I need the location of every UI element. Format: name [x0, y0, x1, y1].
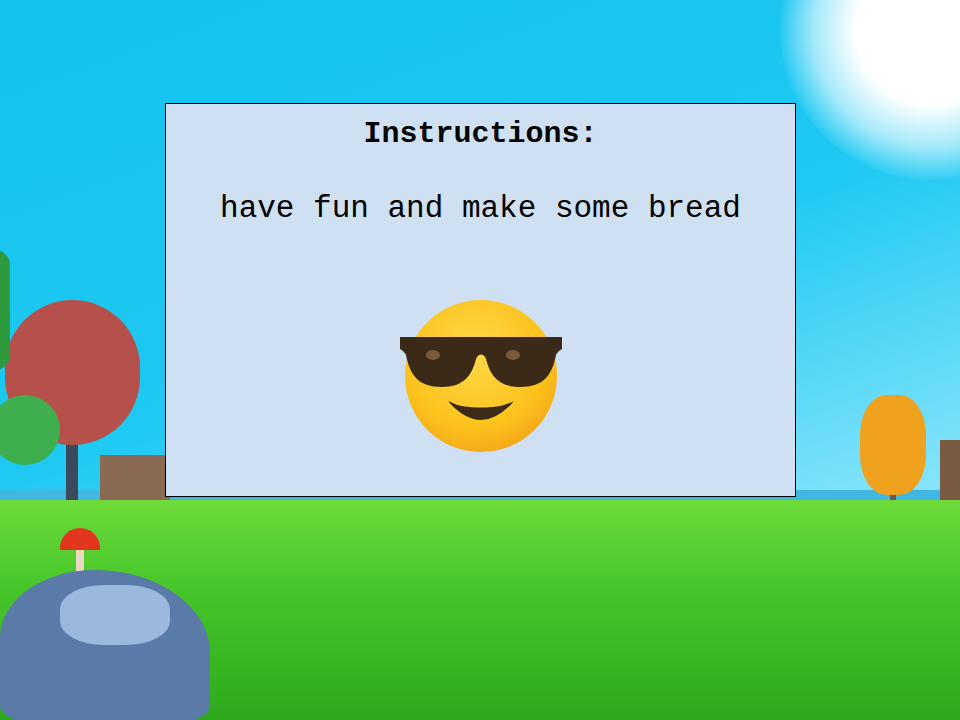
instructions-panel: Instructions: have fun and make some brea…: [165, 103, 796, 497]
instructions-text: have fun and make some bread: [220, 189, 741, 229]
sunglasses-face-icon: [398, 299, 564, 454]
orange-tree-crown: [860, 395, 926, 495]
sun: [780, 0, 960, 180]
green-tree: [0, 250, 10, 370]
rock-highlight: [60, 585, 170, 645]
house: [100, 455, 170, 503]
game-scene[interactable]: Instructions: have fun and make some brea…: [0, 0, 960, 720]
instructions-title: Instructions:: [363, 115, 597, 153]
